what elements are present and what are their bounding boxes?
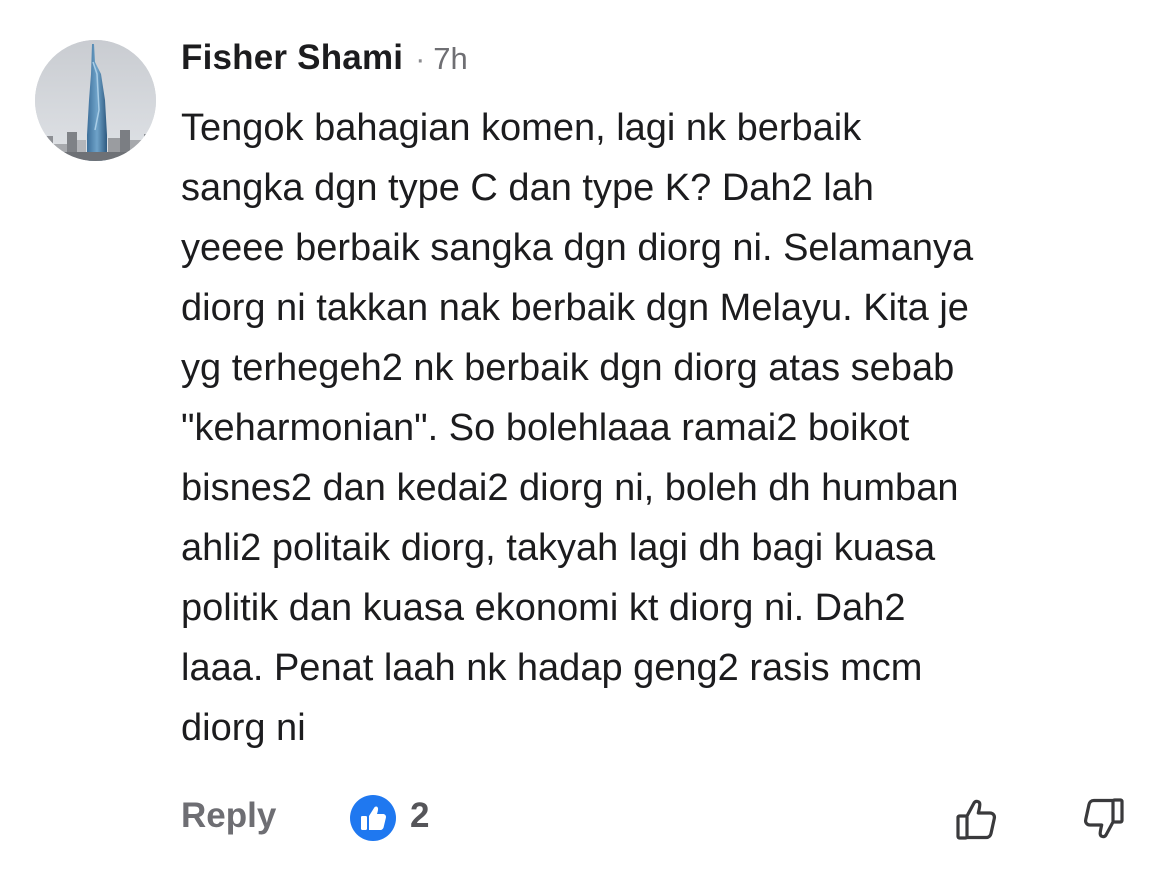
comment-body: Tengok bahagian komen, lagi nk berbaik s… bbox=[181, 98, 1141, 758]
thumbs-down-outline-icon[interactable] bbox=[1076, 793, 1128, 845]
comment-line: yeeee berbaik sangka dgn diorg ni. Selam… bbox=[181, 227, 974, 269]
comment-line: ahli2 politaik diorg, takyah lagi dh bag… bbox=[181, 527, 936, 569]
comment-line: Tengok bahagian komen, lagi nk berbaik bbox=[181, 107, 862, 149]
comment-header: Fisher Shami · 7h bbox=[181, 38, 1141, 90]
reaction-count: 2 bbox=[410, 796, 430, 835]
comment-line: diorg ni takkan nak berbaik dgn Melayu. … bbox=[181, 287, 969, 329]
meta-separator: · bbox=[415, 43, 426, 76]
comment-line: laaa. Penat laah nk hadap geng2 rasis mc… bbox=[181, 647, 923, 689]
avatar-image bbox=[35, 40, 156, 161]
comment-line: bisnes2 dan kedai2 diorg ni, boleh dh hu… bbox=[181, 467, 959, 509]
comment-line: yg terhegeh2 nk berbaik dgn diorg atas s… bbox=[181, 347, 955, 389]
comment-line: politik dan kuasa ekonomi kt diorg ni. D… bbox=[181, 587, 906, 629]
author-name[interactable]: Fisher Shami bbox=[181, 38, 403, 78]
comment-line: sangka dgn type C dan type K? Dah2 lah bbox=[181, 167, 874, 209]
timestamp: 7h bbox=[433, 41, 468, 76]
comment-line: "keharmonian". So bolehlaaa ramai2 boiko… bbox=[181, 407, 910, 449]
avatar[interactable] bbox=[35, 40, 156, 161]
thumbs-up-reaction-icon[interactable] bbox=[350, 795, 396, 841]
reply-button[interactable]: Reply bbox=[181, 796, 276, 836]
comment: Fisher Shami · 7h Tengok bahagian komen,… bbox=[181, 38, 1141, 758]
comment-line: diorg ni bbox=[181, 707, 306, 749]
thumbs-up-outline-icon[interactable] bbox=[952, 793, 1004, 845]
